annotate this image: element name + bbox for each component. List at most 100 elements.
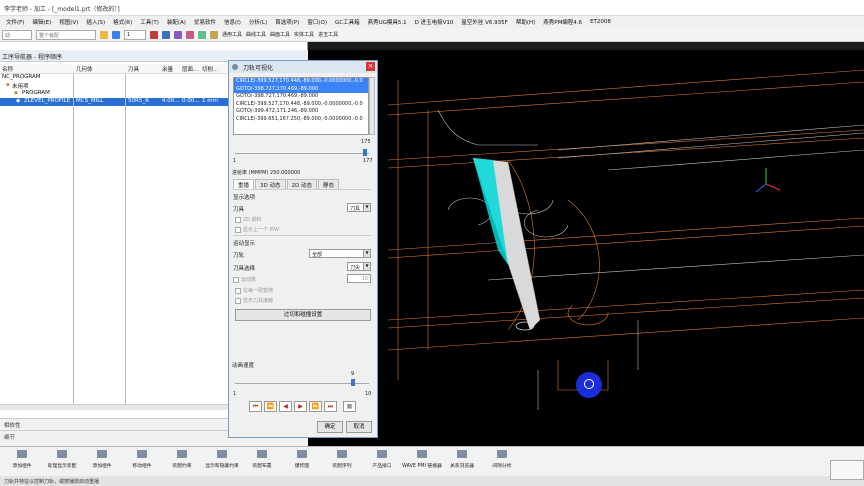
step-back-button[interactable]: ⏪ [264,401,277,412]
command-list[interactable]: CIRCLE/-399.527,170.448,-89.000,-0.00000… [233,77,369,135]
speed-slider-thumb[interactable] [350,379,355,386]
tool-selection-value: 刀尖 [350,265,361,271]
assembly-tool-button[interactable]: 添加组件 [2,447,42,475]
menu-item[interactable]: 编辑(E) [28,18,55,26]
operation-icon: ◆ [16,98,21,104]
toolbar-item-general[interactable]: 通用工具 [222,31,242,38]
toolbar-item-curve[interactable]: 曲线工具 [246,31,266,38]
tab-3d-dynamic[interactable]: 3D 动态 [255,179,286,189]
menu-item[interactable]: 工具(T) [136,18,163,26]
analysis-icon[interactable] [198,30,206,39]
menu-item[interactable]: GC工具箱 [331,18,364,26]
assembly-tool-label: 关系浏览器 [450,464,474,469]
command-line[interactable]: GOTO/-399.472,171.246,-89.000 [234,108,368,116]
step-forward-button[interactable]: ⏩ [309,401,322,412]
command-line[interactable]: GOTO/-398.727,170.469,-89.000 [234,85,368,93]
toolpath-visualization-dialog: 刀轨可视化 × CIRCLE/-399.527,170.448,-89.000,… [228,60,378,438]
play-reverse-button[interactable]: ◀ [279,401,292,412]
stop-button[interactable]: ■ [343,401,356,412]
tool-select[interactable]: 刀具 ▼ [347,203,371,212]
menu-item[interactable]: 窗口(O) [303,18,331,26]
motion-count-input[interactable]: 10 [347,274,371,283]
csys-icon[interactable] [186,30,194,39]
select-icon[interactable] [100,30,108,39]
menu-item[interactable]: 插入(S) [82,18,109,26]
pause-each-layer-checkbox[interactable]: 在每一层暂停 [235,287,273,294]
play-button[interactable]: ▶ [294,401,307,412]
tool-icon[interactable] [210,30,218,39]
assembly-tool-button[interactable]: 添加组件 [82,447,122,475]
menu-item[interactable]: 分析(L) [245,18,271,26]
command-scrollbar[interactable] [369,77,375,135]
menu-item[interactable]: 视图(V) [55,18,82,26]
menu-item[interactable]: 星空外挂 V6.935F [457,18,511,26]
assembly-tool-button[interactable]: 爆炸图 [282,447,322,475]
assembly-tool-button[interactable]: WAVE PMI 链接器 [402,447,442,475]
command-slider[interactable] [235,153,369,154]
col-depth[interactable]: 层面... [182,65,198,73]
col-tool[interactable]: 刀具 [128,65,139,73]
snap-icon[interactable] [112,30,120,39]
menu-item[interactable]: 优易软件 [190,18,220,26]
assembly-tool-button[interactable]: 关系浏览器 [442,447,482,475]
col-geometry[interactable]: 几何体 [76,65,93,73]
2d-paint-checkbox[interactable]: 2D 颜料 [235,216,262,223]
menu-item[interactable]: 燕秀PM编程4.6 [539,18,586,26]
command-line[interactable]: CIRCLE/-399.527,170.448,-89.000,-0.00000… [234,101,368,109]
menu-item[interactable]: 装配(A) [163,18,190,26]
menu-item[interactable]: 首选项(P) [271,18,303,26]
assembly-tool-button[interactable]: 处理显示装配 [42,447,82,475]
command-line[interactable]: CIRCLE/-399.527,170.448,-89.000,-0.00000… [234,78,368,86]
over-cut-settings-button[interactable]: 过切和碰撞设置 [235,309,371,321]
wcs-icon[interactable] [174,30,182,39]
tab-replay[interactable]: 重播 [233,179,255,189]
assembly-tool-button[interactable]: 装配布置 [242,447,282,475]
assembly-tool-button[interactable]: 装配约束 [162,447,202,475]
tab-static[interactable]: 静态 [317,179,339,189]
toolbar-item-jinyu[interactable]: 进玉工具 [318,31,338,38]
assembly-tool-button[interactable]: 间隙分析 [482,447,522,475]
col-name[interactable]: 名称 [2,65,13,73]
speed-slider[interactable] [235,383,369,384]
vector-icon[interactable] [162,30,170,39]
menu-item[interactable]: 格式(R) [109,18,136,26]
command-line[interactable]: GOTO/-398.727,170.469,-89.000 [234,93,368,101]
menu-item[interactable]: 文件(F) [2,18,28,26]
menu-item[interactable]: 帮助(H) [512,18,539,26]
cancel-button[interactable]: 取消 [346,421,372,433]
left-combo[interactable]: 动 [2,29,32,40]
point-icon[interactable] [150,30,158,39]
toolbar-item-solid[interactable]: 实体工具 [294,31,314,38]
zoom-magnifier-icon[interactable] [576,372,602,398]
col-cut[interactable]: 切削... [202,65,218,73]
assembly-tool-label: 显示和隐藏约束 [205,464,239,469]
count-combo[interactable]: 1 [124,29,146,40]
rewind-to-start-button[interactable]: ⏮ [249,401,262,412]
menu-item[interactable]: ET2008 [586,19,615,25]
menu-item[interactable]: D 进玉电极V10 [411,18,458,26]
command-line[interactable]: CIRCLE/-399.651,167.250,-89.000,-0.00000… [234,116,368,124]
assembly-tool-button[interactable]: 显示和隐藏约束 [202,447,242,475]
tab-2d-dynamic[interactable]: 2D 动态 [286,179,317,189]
menu-item[interactable]: 燕秀UG模具5.1 [364,18,411,26]
tree-row-geometry: MCS_MILL [76,98,104,104]
menu-item[interactable]: 信息(I) [220,18,245,26]
filter-combo[interactable]: 整个装配 [36,29,96,40]
speed-value: 9 [351,371,355,377]
assembly-tool-label: 爆炸图 [294,464,310,469]
show-prev-ipw-checkbox[interactable]: 显示上一个 IPW [235,226,279,233]
assembly-tool-button[interactable]: 移动组件 [122,447,162,475]
path-select[interactable]: 全部 ▼ [309,249,371,258]
assembly-tool-label: 装配约束 [172,464,192,469]
command-slider-thumb[interactable] [362,149,367,156]
show-tool-contact-checkbox[interactable]: 显示刀具接触 [235,297,273,304]
ok-button[interactable]: 确定 [317,421,343,433]
folder-icon: ▪ [14,90,18,96]
assembly-tool-button[interactable]: 装配序列 [322,447,362,475]
assembly-tool-button[interactable]: 产品接口 [362,447,402,475]
fast-forward-button[interactable]: ⏭ [324,401,337,412]
close-icon[interactable]: × [366,62,375,71]
tool-selection-select[interactable]: 刀尖 ▼ [347,262,371,271]
col-stock[interactable]: 余量 [162,65,173,73]
toolbar-item-surface[interactable]: 曲面工具 [270,31,290,38]
